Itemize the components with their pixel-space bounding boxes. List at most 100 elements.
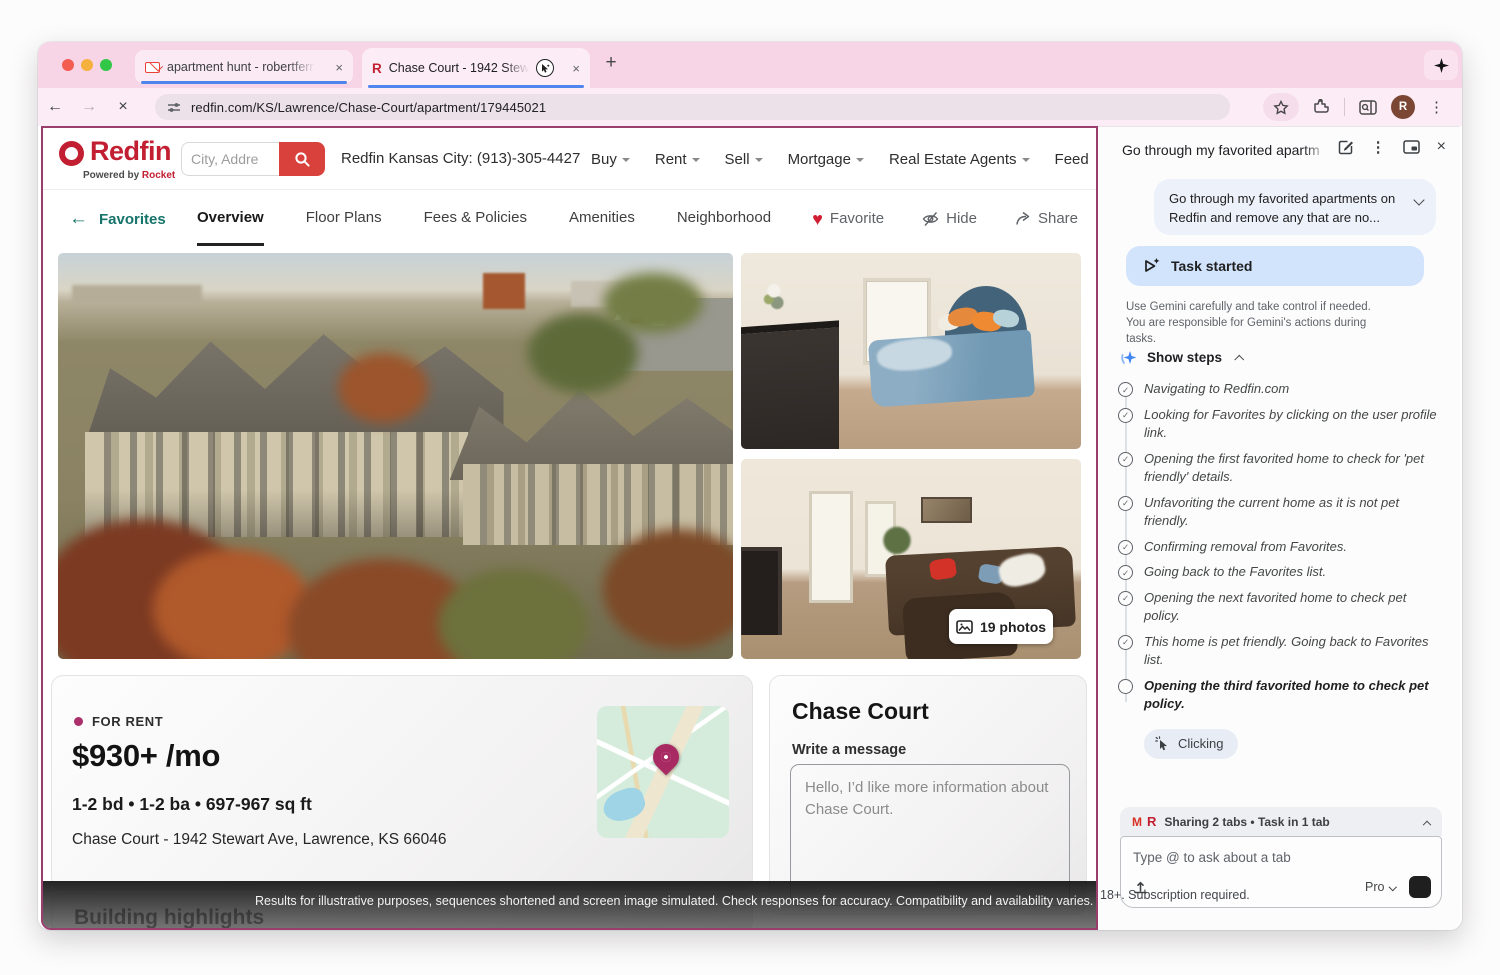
forward-button[interactable]: → <box>72 98 106 116</box>
photo-icon <box>956 620 973 634</box>
tab-gmail[interactable]: apartment hunt - robertfernst × <box>135 50 353 84</box>
listing-tabs: Overview Floor Plans Fees & Policies Ame… <box>197 191 771 246</box>
stop-task-button[interactable] <box>1409 876 1431 898</box>
listing-tab-bar: ← Favorites Overview Floor Plans Fees & … <box>43 191 1096 246</box>
profile-avatar[interactable]: R <box>1391 95 1415 119</box>
close-tab-icon[interactable]: × <box>335 61 343 74</box>
map-thumbnail[interactable] <box>597 706 729 838</box>
step-item: ✓ Going back to the Favorites list. <box>1118 563 1438 582</box>
hide-button[interactable]: Hide <box>922 210 977 227</box>
gemini-sparkle-icon <box>1120 349 1137 366</box>
show-steps-toggle[interactable]: Show steps <box>1120 349 1243 366</box>
tab-redfin-active[interactable]: R Chase Court - 1942 Stew × <box>362 48 590 88</box>
listing-specs: 1-2 bd • 1-2 ba • 697-967 sq ft <box>72 794 312 815</box>
share-button[interactable]: Share <box>1015 210 1078 227</box>
maximize-window-button[interactable] <box>100 59 112 71</box>
nav-item[interactable]: Real Estate Agents <box>889 151 1030 168</box>
listing-tab[interactable]: Fees & Policies <box>424 191 527 246</box>
favorite-button[interactable]: ♥ Favorite <box>812 210 884 228</box>
url-bar[interactable]: redfin.com/KS/Lawrence/Chase-Court/apart… <box>155 94 1230 120</box>
chevron-down-icon <box>622 158 630 162</box>
user-prompt-bubble[interactable]: Go through my favorited apartments on Re… <box>1154 179 1436 235</box>
heart-icon: ♥ <box>812 210 823 228</box>
back-button[interactable]: ← <box>38 98 72 116</box>
new-tab-button[interactable]: + <box>598 52 624 74</box>
step-status-icon: ✓ <box>1118 496 1133 511</box>
step-item: ✓ Opening the first favorited home to ch… <box>1118 450 1438 487</box>
step-status-icon: ✓ <box>1118 540 1133 555</box>
listing-tab[interactable]: Neighborhood <box>677 191 771 246</box>
minimize-window-button[interactable] <box>81 59 93 71</box>
panel-menu-button[interactable]: ⋮ <box>1371 138 1386 156</box>
gemini-caution-text: Use Gemini carefully and take control if… <box>1126 299 1390 347</box>
share-icon <box>1015 211 1031 226</box>
chevron-down-icon <box>856 158 864 162</box>
collapse-icon[interactable] <box>1423 820 1431 828</box>
redfin-logo-icon <box>59 141 84 166</box>
site-settings-icon[interactable] <box>167 101 181 114</box>
browser-toolbar: ← → × redfin.com/KS/Lawrence/Chase-Court… <box>38 88 1462 126</box>
nav-item[interactable]: Buy <box>591 151 630 168</box>
chevron-up-icon <box>1235 356 1244 365</box>
current-action-chip: Clicking <box>1144 729 1238 759</box>
bookmark-star-button[interactable] <box>1263 93 1299 121</box>
agent-phone: Redfin Kansas City: (913)-305-4427 <box>341 150 580 167</box>
task-title: Go through my favorited apartm <box>1122 142 1328 158</box>
listing-summary-card: FOR RENT $930+ /mo 1-2 bd • 1-2 ba • 697… <box>51 675 753 890</box>
desktop: apartment hunt - robertfernst × R Chase … <box>0 0 1500 975</box>
tab-title: Chase Court - 1942 Stew <box>389 61 529 75</box>
task-steps: ✓ Navigating to Redfin.com ✓ Looking for… <box>1118 380 1438 759</box>
new-chat-button[interactable] <box>1338 139 1354 155</box>
close-tab-icon[interactable]: × <box>572 62 580 75</box>
listing-actions: ♥ Favorite Hide Share <box>812 191 1078 246</box>
extensions-button[interactable] <box>1313 99 1330 116</box>
close-panel-button[interactable]: × <box>1437 138 1446 156</box>
nav-item[interactable]: Mortgage <box>788 151 864 168</box>
chevron-down-icon <box>1022 158 1030 162</box>
disclaimer-scrim: Results for illustrative purposes, seque… <box>43 881 1096 928</box>
step-item: ✓ Unfavoriting the current home as it is… <box>1118 494 1438 531</box>
listing-tab[interactable]: Floor Plans <box>306 191 382 246</box>
write-message-label: Write a message <box>792 742 906 758</box>
gemini-acting-cursor-icon <box>536 59 554 77</box>
step-item: ✓ Opening the third favorited home to ch… <box>1118 677 1438 714</box>
edit-icon <box>1338 139 1354 155</box>
gemini-sparkle-button[interactable] <box>1424 50 1458 80</box>
redfin-logo-text[interactable]: Redfin <box>90 136 171 167</box>
property-name: Chase Court <box>792 698 929 725</box>
favorites-link[interactable]: Favorites <box>99 211 166 228</box>
close-window-button[interactable] <box>62 59 74 71</box>
tab-strip: apartment hunt - robertfernst × R Chase … <box>38 42 1462 88</box>
back-to-favorites-icon[interactable]: ← <box>69 208 88 230</box>
nav-item[interactable]: Rent <box>655 151 700 168</box>
model-selector[interactable]: Pro <box>1365 880 1395 894</box>
step-status-icon: ✓ <box>1118 565 1133 580</box>
gemini-input-placeholder: Type @ to ask about a tab <box>1133 850 1291 865</box>
panel-header-icons: ⋮ × <box>1338 138 1446 156</box>
browser-menu-button[interactable]: ⋮ <box>1429 98 1444 116</box>
sharing-status-bar[interactable]: M R Sharing 2 tabs • Task in 1 tab <box>1120 807 1442 836</box>
tab-title: apartment hunt - robertfernst <box>167 60 315 74</box>
redfin-page: Redfin Powered by Rocket Redfin Kansas C… <box>41 126 1098 930</box>
step-status-icon: ✓ <box>1118 591 1133 606</box>
listing-tab[interactable]: Overview <box>197 191 264 246</box>
stop-loading-button[interactable]: × <box>106 98 140 116</box>
side-panel-search-button[interactable] <box>1359 100 1377 115</box>
search-input[interactable] <box>181 142 279 176</box>
step-status-icon: ✓ <box>1118 382 1133 397</box>
chevron-down-icon <box>692 158 700 162</box>
main-photo-aerial[interactable] <box>58 253 733 659</box>
search-button[interactable] <box>279 142 325 176</box>
toolbar-divider <box>1344 98 1345 116</box>
nav-item[interactable]: Feed <box>1055 151 1089 168</box>
bedroom-photo[interactable] <box>741 253 1081 449</box>
gmail-icon <box>145 62 160 73</box>
nav-item[interactable]: Sell <box>725 151 763 168</box>
redfin-nav: Buy Rent Sell Mortgage <box>591 128 1089 190</box>
expand-prompt-icon[interactable] <box>1413 194 1424 205</box>
sparkle-icon <box>1434 58 1449 73</box>
open-in-window-button[interactable] <box>1403 140 1420 154</box>
redfin-mini-icon: R <box>1147 814 1156 829</box>
listing-tab[interactable]: Amenities <box>569 191 635 246</box>
all-photos-button[interactable]: 19 photos <box>949 609 1053 644</box>
